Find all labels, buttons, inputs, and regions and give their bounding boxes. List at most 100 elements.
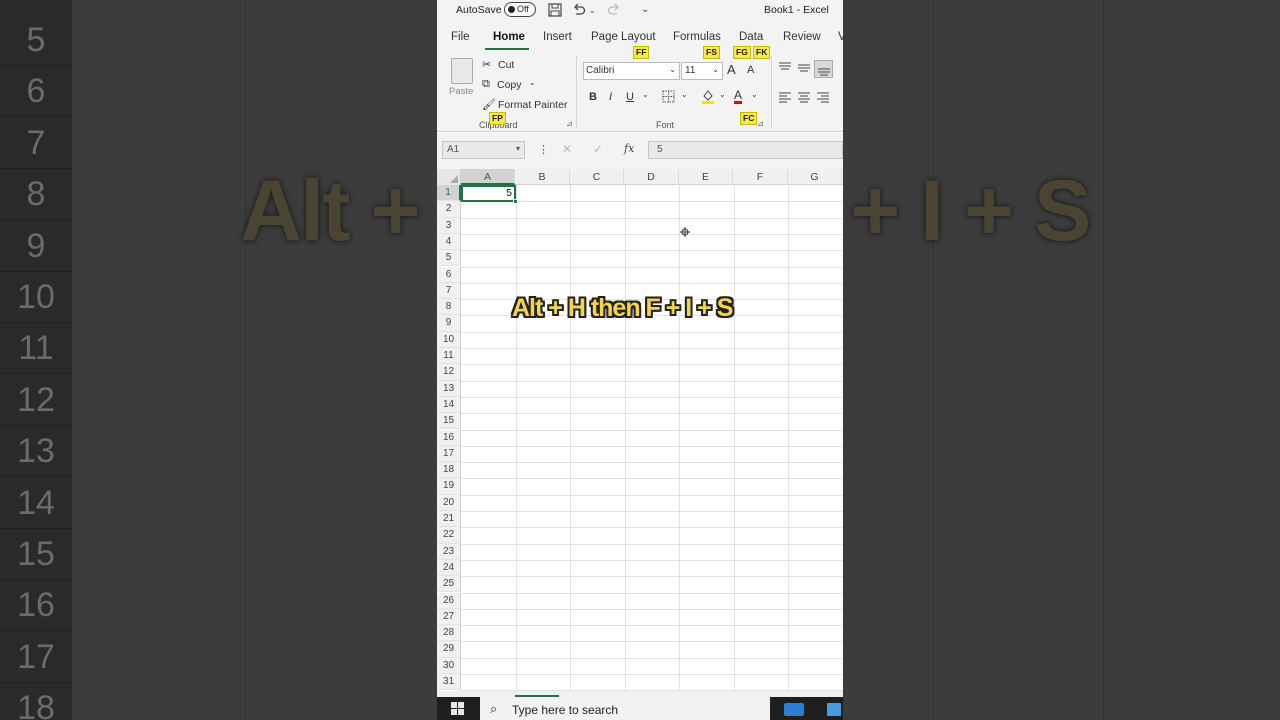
row-header-1[interactable]: 1 (437, 185, 461, 202)
fill-color-dropdown-icon[interactable]: ⌄ (719, 90, 726, 99)
group-separator (576, 56, 577, 128)
tab-view[interactable]: V (838, 31, 843, 43)
middle-align-icon[interactable] (797, 62, 811, 77)
format-painter-button[interactable]: Format Painter (498, 99, 567, 111)
grid-row-line (461, 527, 843, 529)
row-header-13[interactable]: 13 (437, 380, 461, 397)
row-header-22[interactable]: 22 (437, 527, 461, 544)
row-header-16[interactable]: 16 (437, 429, 461, 446)
cancel-icon[interactable]: ✕ (562, 142, 572, 156)
paste-button[interactable]: Paste (449, 86, 473, 97)
row-header-17[interactable]: 17 (437, 445, 461, 463)
cut-button[interactable]: Cut (498, 59, 514, 71)
taskbar-search[interactable]: ⌕ Type here to search (480, 697, 770, 720)
tab-home[interactable]: Home (493, 31, 525, 43)
bold-button[interactable]: B (589, 91, 597, 103)
bottom-align-icon[interactable] (814, 60, 833, 78)
font-launcher-icon[interactable]: ⊿ (757, 119, 764, 128)
column-header-b[interactable]: B (516, 169, 570, 185)
row-header-3[interactable]: 3 (437, 217, 461, 234)
decrease-font-size-button[interactable]: A (747, 64, 754, 76)
increase-font-size-button[interactable]: A (727, 62, 736, 77)
redo-icon[interactable] (607, 3, 621, 20)
align-left-icon[interactable] (778, 92, 792, 107)
tab-data[interactable]: Data (739, 31, 763, 43)
font-name-select[interactable]: Calibri ⌄ (583, 62, 680, 80)
customize-toolbar-icon[interactable]: ⌄ (641, 4, 649, 15)
more-options-icon[interactable]: ⋮ (538, 143, 549, 156)
tab-review[interactable]: Review (783, 31, 821, 43)
tab-file[interactable]: File (451, 31, 470, 43)
column-header-d[interactable]: D (625, 169, 679, 185)
align-center-icon[interactable] (797, 92, 811, 107)
row-header-10[interactable]: 10 (437, 331, 461, 348)
grid-row-line (461, 592, 843, 594)
font-color-dropdown-icon[interactable]: ⌄ (751, 90, 758, 99)
row-header-7[interactable]: 7 (437, 282, 461, 300)
grid-column-line (733, 185, 735, 691)
row-header-2[interactable]: 2 (437, 201, 461, 218)
store-icon[interactable] (827, 703, 841, 716)
windows-start-icon[interactable] (451, 702, 465, 716)
row-header-27[interactable]: 27 (437, 608, 461, 626)
copy-button[interactable]: Copy (497, 79, 522, 91)
italic-button[interactable]: I (609, 91, 612, 103)
row-header-19[interactable]: 19 (437, 478, 461, 495)
borders-icon[interactable] (662, 90, 675, 106)
save-icon[interactable] (548, 3, 562, 20)
row-header-9[interactable]: 9 (437, 315, 461, 332)
row-header-11[interactable]: 11 (437, 348, 461, 365)
row-header-20[interactable]: 20 (437, 494, 461, 511)
row-header-14[interactable]: 14 (437, 396, 461, 414)
column-header-a[interactable]: A (461, 169, 515, 185)
column-header-e[interactable]: E (679, 169, 733, 185)
row-header-25[interactable]: 25 (437, 576, 461, 593)
copy-dropdown-icon[interactable]: ⌄ (529, 78, 536, 87)
underline-dropdown-icon[interactable]: ⌄ (642, 90, 649, 99)
row-header-24[interactable]: 24 (437, 559, 461, 577)
font-size-select[interactable]: 11 ⌄ (681, 62, 723, 80)
fill-handle[interactable] (513, 199, 518, 204)
tab-formulas[interactable]: Formulas (673, 31, 721, 43)
row-header-29[interactable]: 29 (437, 641, 461, 658)
font-color-button[interactable]: A (734, 89, 743, 104)
row-header-18[interactable]: 18 (437, 462, 461, 479)
row-header-31[interactable]: 31 (437, 674, 461, 691)
borders-dropdown-icon[interactable]: ⌄ (681, 90, 688, 99)
grid-row-line (461, 364, 843, 366)
worksheet-grid[interactable]: ABCDEFG 1 2 3 4 5 6 7 8 9 10 11 12 13 14 15 16 17 18 19 20 2… (437, 169, 843, 692)
autosave-toggle[interactable]: Off (504, 2, 536, 17)
column-header-g[interactable]: G (788, 169, 842, 185)
tab-page-layout[interactable]: Page Layout (591, 31, 656, 43)
tab-insert[interactable]: Insert (543, 31, 572, 43)
mail-icon[interactable] (784, 703, 804, 716)
row-header-21[interactable]: 21 (437, 511, 461, 528)
row-header-4[interactable]: 4 (437, 233, 461, 251)
row-header-30[interactable]: 30 (437, 657, 461, 674)
row-header-15[interactable]: 15 (437, 413, 461, 430)
row-header-8[interactable]: 8 (437, 299, 461, 316)
align-right-icon[interactable] (816, 92, 830, 107)
excel-window: AutoSave Off ⌄ ⌄ Book1 - Excel File Home… (437, 0, 843, 720)
row-header-12[interactable]: 12 (437, 364, 461, 381)
undo-icon[interactable] (572, 3, 586, 20)
column-header-f[interactable]: F (734, 169, 788, 185)
enter-icon[interactable]: ✓ (593, 142, 603, 156)
clipboard-launcher-icon[interactable]: ⊿ (566, 119, 573, 128)
row-header-6[interactable]: 6 (437, 266, 461, 283)
underline-button[interactable]: U (626, 91, 634, 103)
insert-function-button[interactable]: fx (624, 142, 634, 155)
name-box[interactable]: A1 ▾ (442, 141, 525, 159)
column-header-c[interactable]: C (570, 169, 624, 185)
cell-a1[interactable]: 5 (461, 185, 518, 204)
top-align-icon[interactable] (778, 62, 792, 77)
paste-icon[interactable] (451, 58, 473, 84)
row-header-5[interactable]: 5 (437, 250, 461, 267)
fill-color-icon[interactable] (701, 89, 715, 107)
formula-input[interactable]: 5 (648, 141, 843, 159)
row-header-26[interactable]: 26 (437, 592, 461, 609)
row-header-28[interactable]: 28 (437, 625, 461, 642)
row-header-23[interactable]: 23 (437, 543, 461, 560)
select-all-button[interactable] (437, 169, 461, 185)
undo-dropdown-icon[interactable]: ⌄ (589, 6, 596, 15)
